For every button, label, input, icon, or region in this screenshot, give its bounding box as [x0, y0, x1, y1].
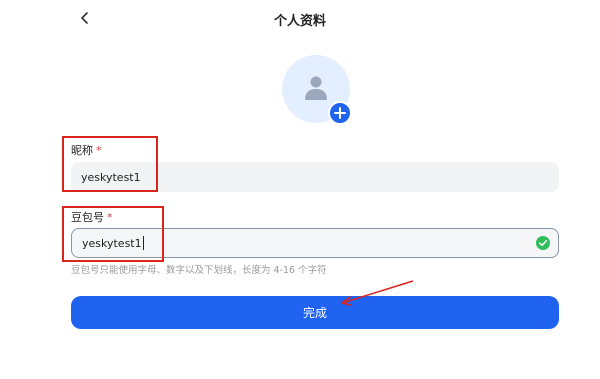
check-circle-icon: [536, 236, 550, 250]
page-title: 个人资料: [273, 14, 326, 29]
plus-icon: [334, 107, 346, 119]
add-avatar-button[interactable]: [328, 101, 352, 125]
done-button-label: 完成: [302, 306, 327, 320]
annotation-arrow-icon: [341, 280, 414, 306]
annotation-box-doubao-id: [62, 206, 164, 262]
annotation-box-nickname: [62, 136, 158, 192]
done-button[interactable]: 完成: [71, 296, 559, 329]
doubao-id-hint: 豆包号只能使用字母、数字以及下划线，长度为 4-16 个字符: [71, 265, 327, 276]
header: 个人资料: [0, 0, 600, 36]
user-icon: [305, 76, 327, 100]
